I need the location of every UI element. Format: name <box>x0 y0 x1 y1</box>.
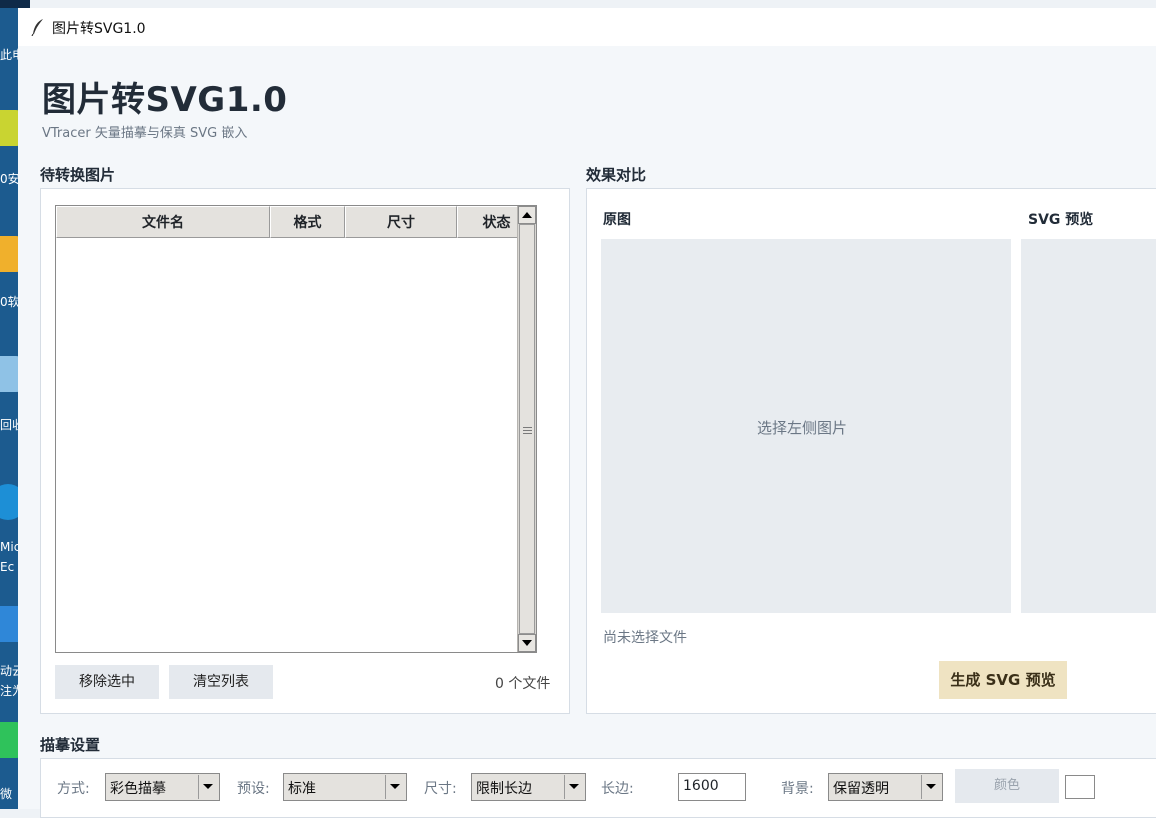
settings-title: 描摹设置 <box>40 736 101 754</box>
long-edge-input[interactable]: 1600 <box>678 773 746 801</box>
scroll-thumb[interactable] <box>519 224 535 634</box>
compare-panel: 原图 SVG 预览 选择左侧图片 尚未选择文件 生成 SVG 预览 <box>586 188 1156 714</box>
file-panel: 文件名 格式 尺寸 状态 移除选中 清空列表 0 个文件 <box>40 188 570 714</box>
original-label: 原图 <box>603 212 631 228</box>
background-label: 背景: <box>781 781 814 797</box>
size-label: 尺寸: <box>424 781 457 797</box>
app-window: 图片转SVG1.0 图片转SVG1.0 VTracer 矢量描摹与保真 SVG … <box>18 8 1156 818</box>
arrow-up-icon <box>522 212 532 218</box>
page-title: 图片转SVG1.0 <box>42 80 288 120</box>
table-scrollbar[interactable] <box>517 206 536 652</box>
svg-preview <box>1021 239 1156 613</box>
background-select[interactable]: 保留透明 <box>828 773 943 801</box>
color-button[interactable]: 颜色 <box>955 769 1059 803</box>
file-count: 0 个文件 <box>495 676 551 692</box>
chevron-down-icon[interactable] <box>198 775 218 799</box>
svg-preview-label: SVG 预览 <box>1028 212 1094 228</box>
grip-line <box>523 430 532 431</box>
color-swatch[interactable] <box>1065 775 1095 799</box>
clear-list-button[interactable]: 清空列表 <box>169 665 273 699</box>
preset-value: 标准 <box>288 781 316 797</box>
file-table[interactable]: 文件名 格式 尺寸 状态 <box>55 205 537 653</box>
column-header-size[interactable]: 尺寸 <box>345 206 457 238</box>
selection-status: 尚未选择文件 <box>603 630 687 646</box>
table-header: 文件名 格式 尺寸 状态 <box>56 206 536 240</box>
generate-svg-preview-button[interactable]: 生成 SVG 预览 <box>939 661 1067 699</box>
original-preview: 选择左侧图片 <box>601 239 1011 613</box>
preview-placeholder: 选择左侧图片 <box>757 419 848 437</box>
preset-select[interactable]: 标准 <box>283 773 407 801</box>
column-header-format[interactable]: 格式 <box>270 206 345 238</box>
page-subtitle: VTracer 矢量描摹与保真 SVG 嵌入 <box>42 126 248 141</box>
column-header-filename[interactable]: 文件名 <box>56 206 270 238</box>
scroll-down-button[interactable] <box>518 634 536 652</box>
scroll-up-button[interactable] <box>518 206 536 224</box>
arrow-down-icon <box>522 640 532 646</box>
edge-label: 长边: <box>601 781 634 797</box>
mode-label: 方式: <box>57 781 90 797</box>
size-value: 限制长边 <box>476 781 532 797</box>
settings-panel: 方式: 彩色描摹 预设: 标准 尺寸: 限制长边 长边: 1600 背景: 保留… <box>40 758 1156 818</box>
chevron-down-icon[interactable] <box>921 775 941 799</box>
grip-line <box>523 433 532 434</box>
window-title: 图片转SVG1.0 <box>52 21 146 37</box>
size-select[interactable]: 限制长边 <box>471 773 586 801</box>
compare-section-title: 效果对比 <box>586 166 647 184</box>
mode-select[interactable]: 彩色描摹 <box>105 773 220 801</box>
chevron-down-icon[interactable] <box>564 775 584 799</box>
feather-icon <box>31 19 43 36</box>
chevron-down-icon[interactable] <box>385 775 405 799</box>
file-section-title: 待转换图片 <box>40 166 116 184</box>
background-value: 保留透明 <box>833 781 889 797</box>
remove-selected-button[interactable]: 移除选中 <box>55 665 159 699</box>
preset-label: 预设: <box>237 781 270 797</box>
grip-line <box>523 427 532 428</box>
title-bar[interactable]: 图片转SVG1.0 <box>18 8 1156 46</box>
desktop-taskbar-edge <box>0 0 30 8</box>
mode-value: 彩色描摹 <box>110 781 166 797</box>
